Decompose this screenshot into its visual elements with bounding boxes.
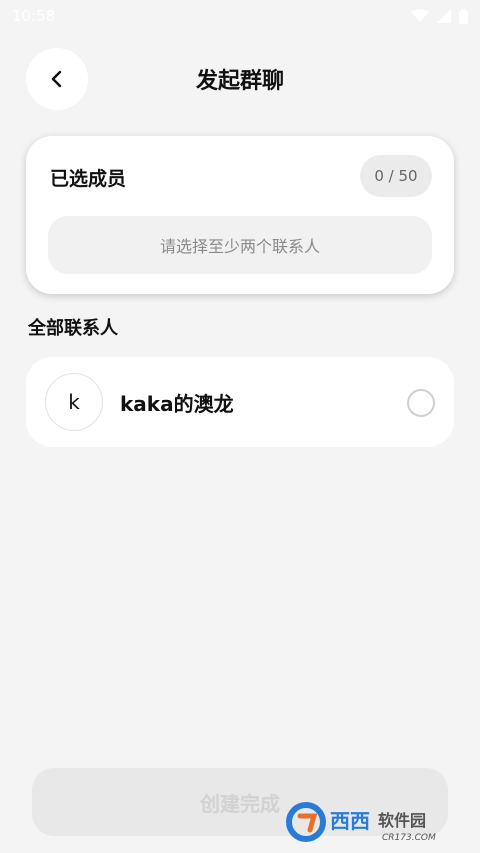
signal-icon — [437, 9, 451, 23]
svg-text:CR173.COM: CR173.COM — [382, 833, 436, 843]
svg-text:西西: 西西 — [330, 809, 370, 833]
member-count-badge: 0 / 50 — [360, 155, 432, 197]
status-bar: 10:58 — [0, 0, 480, 32]
contact-name: kaka的澳龙 — [120, 391, 234, 416]
back-button[interactable] — [26, 48, 88, 110]
avatar: k — [45, 373, 103, 431]
chevron-left-icon — [51, 70, 62, 88]
status-icons — [411, 8, 468, 24]
status-time: 10:58 — [12, 7, 56, 25]
all-contacts-title: 全部联系人 — [28, 318, 118, 339]
watermark-logo: 西西 软件园 CR173.COM — [286, 802, 436, 843]
battery-icon — [459, 8, 468, 24]
header: 发起群聊 — [0, 48, 480, 110]
selected-members-label: 已选成员 — [50, 168, 127, 190]
contact-select-radio[interactable] — [407, 389, 435, 417]
contact-list-item[interactable]: k kaka的澳龙 — [26, 357, 454, 447]
svg-text:软件园: 软件园 — [378, 811, 426, 830]
selection-hint: 请选择至少两个联系人 — [48, 216, 432, 274]
selected-members-card: 已选成员 0 / 50 请选择至少两个联系人 — [26, 136, 454, 294]
wifi-icon — [411, 9, 429, 22]
